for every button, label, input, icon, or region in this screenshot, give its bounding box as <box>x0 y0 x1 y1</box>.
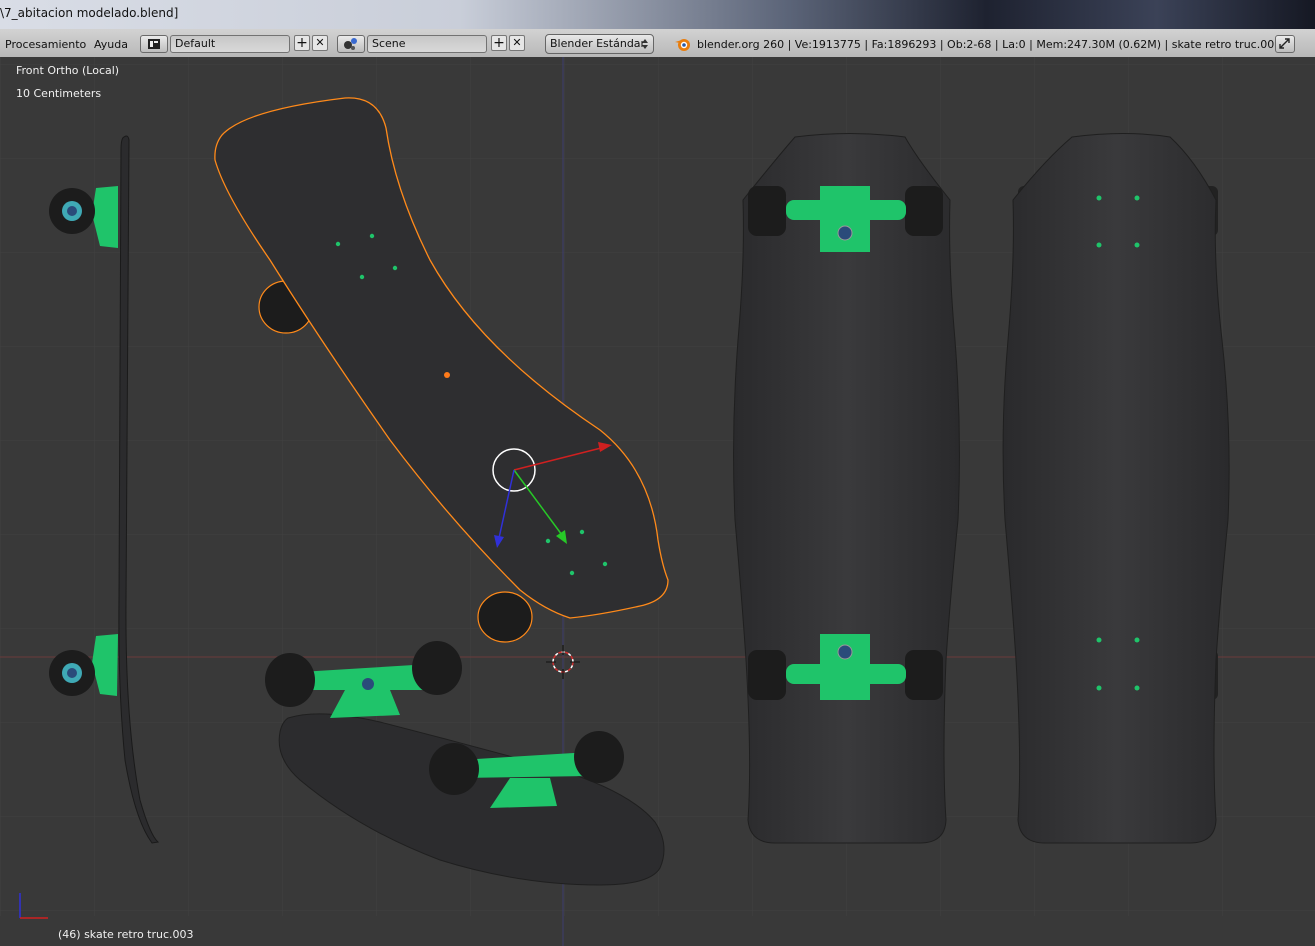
scene-name-field[interactable]: Scene <box>367 35 487 53</box>
skateboard-bottom-view <box>733 133 960 844</box>
scene-statistics: blender.org 260 | Ve:1913775 | Fa:189629… <box>697 38 1282 51</box>
add-layout-button[interactable]: + <box>294 35 310 51</box>
layout-name-field[interactable]: Default <box>170 35 290 53</box>
window-title-bar: \7_abitacion modelado.blend] <box>0 0 1315 29</box>
remove-scene-button[interactable]: ✕ <box>509 35 525 51</box>
3d-viewport[interactable]: Front Ortho (Local) 10 Centimeters (46) … <box>0 57 1315 946</box>
window-title: \7_abitacion modelado.blend] <box>0 6 179 20</box>
grid-scale-label: 10 Centimeters <box>16 87 102 100</box>
blender-logo-icon <box>675 39 690 51</box>
info-header: Procesamiento Ayuda Default + ✕ Scene + … <box>0 29 1315 58</box>
updown-arrows-icon <box>642 39 648 49</box>
skateboard-top-view <box>1002 133 1230 844</box>
render-engine-label: Blender Estándar <box>550 37 646 50</box>
menu-procesamiento[interactable]: Procesamiento <box>5 38 86 51</box>
scene-icon <box>344 38 357 50</box>
scene-button[interactable] <box>337 35 365 53</box>
view-name-label: Front Ortho (Local) <box>16 64 120 77</box>
fullscreen-button[interactable] <box>1275 35 1295 53</box>
screen-layout-button[interactable] <box>140 35 168 53</box>
viewport-canvas[interactable] <box>0 57 1315 946</box>
fullscreen-icon <box>1279 38 1290 49</box>
remove-layout-button[interactable]: ✕ <box>312 35 328 51</box>
menu-ayuda[interactable]: Ayuda <box>94 38 128 51</box>
render-engine-select[interactable]: Blender Estándar <box>545 34 654 54</box>
screen-layout-icon <box>148 39 160 49</box>
add-scene-button[interactable]: + <box>491 35 507 51</box>
active-object-label: (46) skate retro truc.003 <box>58 928 194 941</box>
